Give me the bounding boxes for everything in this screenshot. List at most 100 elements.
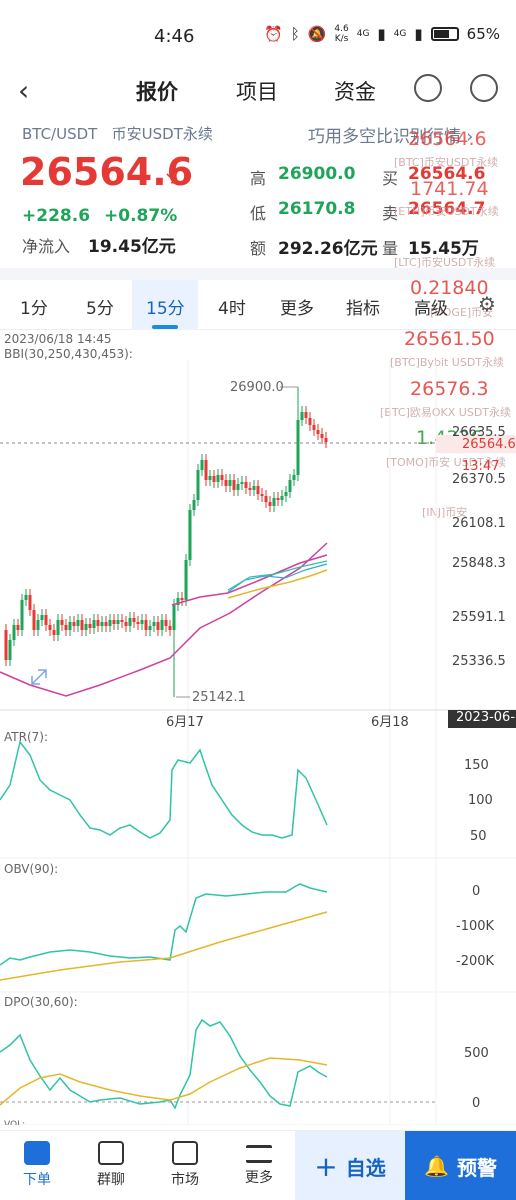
candle-body <box>208 476 212 480</box>
high-value: 26900.0 <box>278 164 356 184</box>
candle-body <box>48 625 52 630</box>
atr-tick: 100 <box>468 793 493 808</box>
feed-value: 1741.74 <box>410 178 489 200</box>
market-button[interactable]: 市场 <box>148 1131 222 1200</box>
candle-body <box>292 475 296 480</box>
tab-more[interactable]: 更多 <box>280 294 314 319</box>
pair-row[interactable]: BTC/USDT 币安USDT永续 <box>22 123 213 144</box>
battery-icon <box>430 27 459 41</box>
candle-body <box>84 624 88 630</box>
tab-5min[interactable]: 5分 <box>86 294 114 319</box>
feed-top-price: 26564.6 <box>408 128 487 150</box>
candle-body <box>260 494 264 496</box>
y-tick: 26370.5 <box>452 472 506 487</box>
candle-body <box>264 496 268 502</box>
top-nav: ‹ 报价 项目 资金 <box>0 70 516 118</box>
candle-body <box>272 498 276 506</box>
high-marker: 26900.0 <box>230 380 284 395</box>
y-tick: 26635.5 <box>452 425 506 440</box>
more-button[interactable]: 更多 <box>222 1131 296 1200</box>
search-icon[interactable] <box>414 74 442 102</box>
chart-icon <box>172 1141 198 1165</box>
tab-project[interactable]: 项目 <box>236 76 278 106</box>
candle-body <box>4 630 8 660</box>
obv-tick: -200K <box>456 954 495 969</box>
low-value: 26170.8 <box>278 199 356 219</box>
candle-body <box>312 425 316 430</box>
dpo-tick: 500 <box>464 1046 489 1061</box>
group-chat-button[interactable]: 群聊 <box>74 1131 148 1200</box>
y-tick: 25336.5 <box>452 654 506 669</box>
chart-area[interactable]: 2023/06/18 14:45 BBI(30,250,430,453): 26… <box>0 330 516 1125</box>
candle-body <box>284 492 288 496</box>
price-alert-button[interactable]: 🔔 预警 <box>405 1131 516 1200</box>
candle-body <box>228 480 232 486</box>
candle-body <box>124 622 128 626</box>
candle-body <box>248 488 252 490</box>
alarm-icon: ⏰ <box>264 25 283 43</box>
order-button[interactable]: 下单 <box>0 1131 74 1200</box>
y-tick: 26108.1 <box>452 516 506 531</box>
price-change-pct: +0.87% <box>104 206 178 226</box>
add-favorite-button[interactable]: + 自选 <box>295 1131 405 1200</box>
signal-bars-icon: ▮ <box>414 25 423 43</box>
atr-tick: 50 <box>470 829 487 844</box>
back-icon[interactable]: ‹ <box>18 74 29 107</box>
candle-body <box>28 595 32 610</box>
alert-label: 预警 <box>456 1155 497 1180</box>
candle-body <box>148 626 152 630</box>
mute-icon: 🔕 <box>307 25 327 43</box>
active-tab-indicator <box>152 325 178 329</box>
chart-settings-icon[interactable]: ⚙ <box>478 292 496 316</box>
candle-body <box>304 412 308 418</box>
tab-advanced[interactable]: 高级 <box>414 294 448 319</box>
candle-body <box>24 595 28 600</box>
candle-body <box>32 610 36 630</box>
candle-body <box>192 500 196 510</box>
candle-body <box>44 615 48 625</box>
group-chat-label: 群聊 <box>97 1172 125 1188</box>
candle-body <box>108 620 112 626</box>
x-tick: 6月18 <box>371 715 409 730</box>
y-tick: 25848.3 <box>452 556 506 571</box>
candle-body <box>256 486 260 494</box>
candle-body <box>36 620 40 630</box>
signal-bars-icon: ▮ <box>377 25 386 43</box>
candle-body <box>56 620 60 635</box>
candle-body <box>96 620 100 626</box>
candle-body <box>216 475 220 482</box>
arrow-down-right-icon: ↘ <box>164 168 180 189</box>
candle-body <box>276 498 280 500</box>
tab-15min[interactable]: 15分 <box>146 294 185 319</box>
candle-body <box>88 624 92 628</box>
candle-body <box>80 620 84 630</box>
candle-body <box>300 412 304 420</box>
tab-quote[interactable]: 报价 <box>136 76 178 106</box>
net-speed: 4.6 K/s <box>334 24 349 44</box>
dpo-tick: 0 <box>472 1096 481 1111</box>
menu-icon[interactable] <box>470 74 498 102</box>
candle-body <box>204 460 208 480</box>
order-label: 下单 <box>23 1172 51 1188</box>
fav-label: 自选 <box>345 1155 386 1180</box>
candle-body <box>16 625 20 630</box>
tab-funds[interactable]: 资金 <box>334 76 376 106</box>
interval-tabs: 1分 5分 15分 4时 更多 指标 高级 ⚙ <box>0 280 516 330</box>
signal-1: 4G <box>356 29 370 39</box>
candle-body <box>252 486 256 490</box>
low-label: 低 <box>250 204 267 223</box>
candle-body <box>156 622 160 630</box>
candle-body <box>164 620 168 626</box>
battery-level: 65% <box>466 25 500 43</box>
candle-body <box>120 620 124 622</box>
bbi-label: BBI(30,250,430,453): <box>4 347 133 361</box>
tab-indicators[interactable]: 指标 <box>346 294 380 319</box>
candle-body <box>140 620 144 624</box>
tab-4h[interactable]: 4时 <box>218 294 246 319</box>
candle-body <box>280 496 284 500</box>
chart-timestamp: 2023/06/18 14:45 <box>4 332 112 346</box>
candle-body <box>8 640 12 660</box>
candle-body <box>168 626 172 630</box>
tab-1min[interactable]: 1分 <box>20 294 48 319</box>
candle-body <box>112 620 116 624</box>
